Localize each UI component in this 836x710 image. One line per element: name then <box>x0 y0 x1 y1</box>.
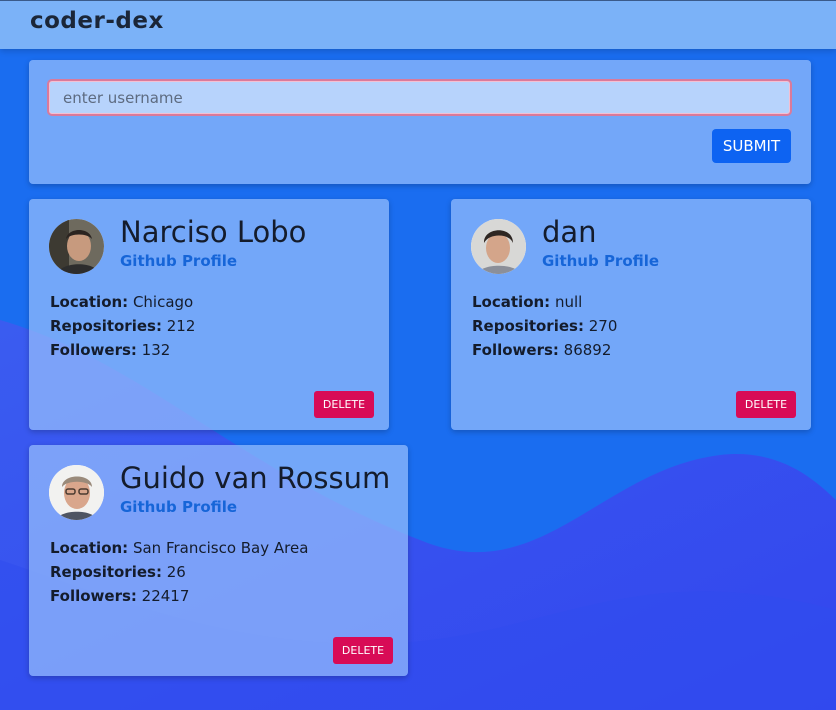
location-row: Location: null <box>472 290 617 314</box>
user-name: Narciso Lobo <box>120 215 307 249</box>
location-value: Chicago <box>132 293 194 311</box>
github-profile-link[interactable]: Github Profile <box>542 252 659 270</box>
username-input[interactable] <box>47 79 792 116</box>
app-header: coder-dex <box>0 0 836 49</box>
followers-value: 132 <box>141 341 171 359</box>
repositories-label: Repositories: <box>50 317 162 335</box>
app-title: coder-dex <box>30 8 164 34</box>
followers-row: Followers: 132 <box>50 338 195 362</box>
github-profile-link[interactable]: Github Profile <box>120 498 237 516</box>
followers-value: 86892 <box>563 341 612 359</box>
user-stats: Location: null Repositories: 270 Followe… <box>472 290 617 362</box>
location-label: Location: <box>472 293 551 311</box>
location-row: Location: San Francisco Bay Area <box>50 536 308 560</box>
user-stats: Location: Chicago Repositories: 212 Foll… <box>50 290 195 362</box>
followers-label: Followers: <box>50 587 137 605</box>
followers-value: 22417 <box>141 587 190 605</box>
repositories-value: 26 <box>166 563 186 581</box>
user-name: dan <box>542 215 597 249</box>
avatar <box>49 465 104 520</box>
delete-button[interactable]: DELETE <box>736 391 796 418</box>
location-value: San Francisco Bay Area <box>132 539 309 557</box>
repositories-row: Repositories: 26 <box>50 560 308 584</box>
repositories-label: Repositories: <box>472 317 584 335</box>
location-value: null <box>554 293 583 311</box>
user-card: Narciso Lobo Github Profile Location: Ch… <box>29 199 389 430</box>
user-stats: Location: San Francisco Bay Area Reposit… <box>50 536 308 608</box>
submit-button[interactable]: SUBMIT <box>712 129 791 163</box>
search-panel: SUBMIT <box>29 60 811 184</box>
user-name: Guido van Rossum <box>120 461 391 495</box>
delete-button[interactable]: DELETE <box>333 637 393 664</box>
followers-label: Followers: <box>50 341 137 359</box>
repositories-row: Repositories: 212 <box>50 314 195 338</box>
avatar <box>49 219 104 274</box>
repositories-label: Repositories: <box>50 563 162 581</box>
user-card: Guido van Rossum Github Profile Location… <box>29 445 408 676</box>
location-label: Location: <box>50 539 129 557</box>
delete-button[interactable]: DELETE <box>314 391 374 418</box>
location-label: Location: <box>50 293 129 311</box>
followers-row: Followers: 22417 <box>50 584 308 608</box>
repositories-value: 270 <box>588 317 618 335</box>
avatar <box>471 219 526 274</box>
followers-label: Followers: <box>472 341 559 359</box>
github-profile-link[interactable]: Github Profile <box>120 252 237 270</box>
repositories-row: Repositories: 270 <box>472 314 617 338</box>
location-row: Location: Chicago <box>50 290 195 314</box>
repositories-value: 212 <box>166 317 196 335</box>
user-card: dan Github Profile Location: null Reposi… <box>451 199 811 430</box>
followers-row: Followers: 86892 <box>472 338 617 362</box>
